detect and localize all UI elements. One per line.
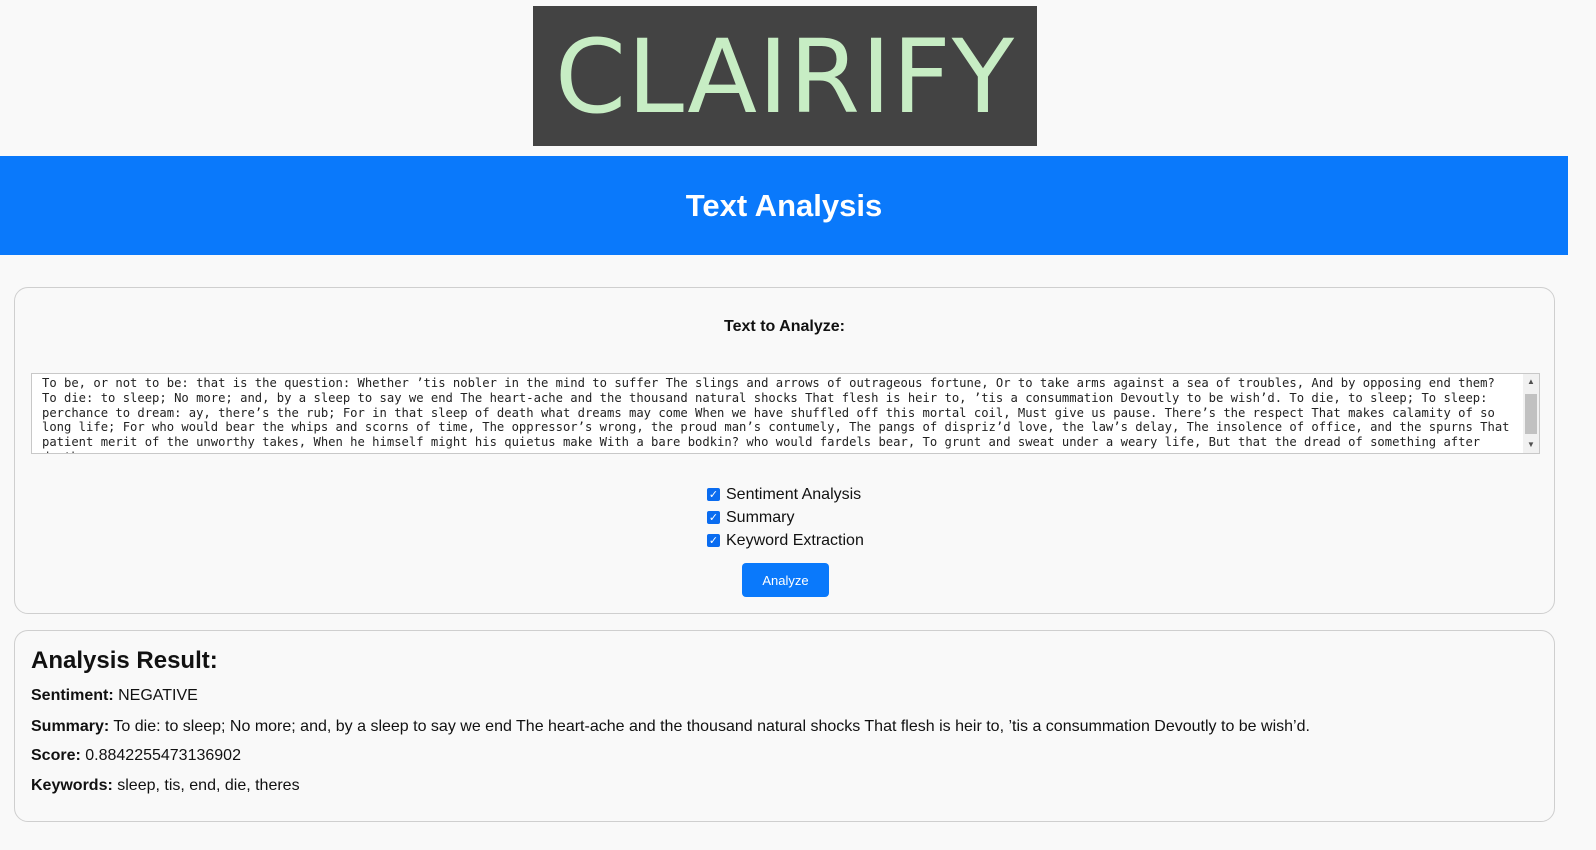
- summary-row: Summary: To die: to sleep; No more; and,…: [31, 718, 1310, 736]
- result-card: Analysis Result: Sentiment: NEGATIVE Sum…: [14, 630, 1555, 822]
- analyze-button[interactable]: Analyze: [742, 563, 829, 597]
- option-sentiment-analysis[interactable]: ✓ Sentiment Analysis: [707, 483, 864, 506]
- textarea-content: To be, or not to be: that is the questio…: [42, 376, 1510, 453]
- text-input-label: Text to Analyze:: [724, 318, 845, 335]
- input-card: Text to Analyze: To be, or not to be: th…: [14, 287, 1555, 614]
- option-label: Keyword Extraction: [726, 531, 864, 549]
- logo-text: CLAIRIFY: [554, 18, 1016, 137]
- option-keyword-extraction[interactable]: ✓ Keyword Extraction: [707, 529, 864, 552]
- score-label: Score:: [31, 747, 81, 764]
- header-banner: Text Analysis: [0, 156, 1568, 255]
- sentiment-checkbox[interactable]: ✓: [707, 488, 720, 501]
- sentiment-value: NEGATIVE: [118, 687, 198, 704]
- keywords-label: Keywords:: [31, 777, 113, 794]
- analysis-options: ✓ Sentiment Analysis ✓ Summary ✓ Keyword…: [707, 483, 864, 552]
- scroll-up-arrow-icon[interactable]: ▲: [1523, 374, 1539, 390]
- score-value: 0.8842255473136902: [85, 747, 241, 764]
- option-label: Summary: [726, 508, 795, 526]
- keywords-row: Keywords: sleep, tis, end, die, theres: [31, 777, 300, 795]
- keywords-value: sleep, tis, end, die, theres: [117, 777, 300, 794]
- option-label: Sentiment Analysis: [726, 485, 862, 503]
- scrollbar-thumb[interactable]: [1525, 394, 1537, 434]
- page-title: Text Analysis: [685, 187, 883, 223]
- logo: CLAIRIFY: [533, 6, 1037, 146]
- textarea-scrollbar[interactable]: ▲ ▼: [1523, 374, 1539, 453]
- keyword-checkbox[interactable]: ✓: [707, 534, 720, 547]
- summary-label: Summary:: [31, 718, 110, 735]
- text-to-analyze-textarea[interactable]: To be, or not to be: that is the questio…: [31, 373, 1540, 454]
- sentiment-label: Sentiment:: [31, 687, 114, 704]
- option-summary[interactable]: ✓ Summary: [707, 506, 864, 529]
- summary-checkbox[interactable]: ✓: [707, 511, 720, 524]
- sentiment-row: Sentiment: NEGATIVE: [31, 687, 198, 705]
- scroll-down-arrow-icon[interactable]: ▼: [1523, 437, 1539, 453]
- checkmark-icon: ✓: [708, 534, 719, 547]
- result-title: Analysis Result:: [31, 647, 218, 674]
- summary-value: To die: to sleep; No more; and, by a sle…: [113, 718, 1310, 735]
- score-row: Score: 0.8842255473136902: [31, 747, 241, 765]
- checkmark-icon: ✓: [708, 511, 719, 524]
- checkmark-icon: ✓: [708, 488, 719, 501]
